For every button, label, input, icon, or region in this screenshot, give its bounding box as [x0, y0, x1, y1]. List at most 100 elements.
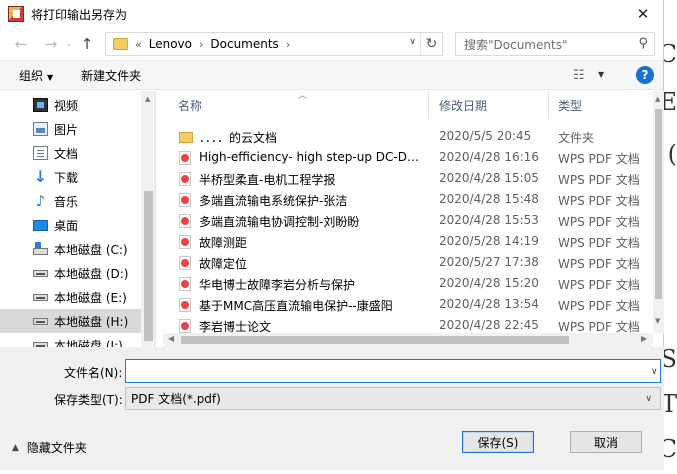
sidebar-item-videos[interactable]: 视频: [0, 93, 141, 117]
sidebar-item-drive-c[interactable]: 本地磁盘 (C:): [0, 237, 141, 261]
address-bar[interactable]: « Lenovo › Documents › ∨ ↻: [105, 32, 443, 56]
sidebar-item-drive-d[interactable]: 本地磁盘 (D:): [0, 261, 141, 285]
file-name: 多端直流输电协调控制-刘盼盼: [199, 215, 360, 229]
refresh-icon[interactable]: ↻: [420, 33, 442, 55]
sidebar-scrollbar-thumb[interactable]: [144, 191, 153, 341]
file-row[interactable]: 华电博士故障李岩分析与保护 2020/4/28 15:20 WPS PDF 文档: [163, 273, 653, 294]
file-type: WPS PDF 文档: [558, 236, 640, 250]
horizontal-scrollbar-thumb[interactable]: [181, 336, 569, 344]
scroll-up-arrow-icon[interactable]: ▲: [655, 95, 660, 103]
title-bar[interactable]: 将打印输出另存为 ✕: [0, 0, 663, 28]
file-name: 半桥型柔直-电机工程学报: [199, 173, 336, 187]
sidebar-item-drive-j[interactable]: 本地磁盘 (J:): [0, 333, 141, 347]
scroll-right-arrow-icon[interactable]: ▶: [641, 334, 647, 343]
chevron-down-icon: ∨: [645, 394, 652, 404]
sidebar-item-label: 下载: [54, 170, 79, 185]
pdf-file-icon: [179, 214, 191, 228]
navigation-pane: 视频 图片 文档 ↓ 下载 ♪ 音乐 桌面 本地磁盘 (C:) 本地磁盘 (D:…: [0, 91, 156, 347]
view-options-icon[interactable]: ☷: [573, 68, 585, 83]
sidebar-item-drive-e[interactable]: 本地磁盘 (E:): [0, 285, 141, 309]
file-list-vertical-scrollbar[interactable]: ▲ ▼: [653, 91, 664, 333]
file-date: 2020/4/28 15:20: [439, 276, 539, 290]
filename-input[interactable]: [125, 359, 661, 383]
new-folder-button[interactable]: 新建文件夹: [81, 67, 141, 84]
address-dropdown-chevron-icon[interactable]: ∨: [409, 37, 416, 47]
sidebar-item-label: 图片: [54, 122, 79, 137]
file-row[interactable]: 多端直流输电系统保护-张洁 2020/4/28 15:48 WPS PDF 文档: [163, 189, 653, 210]
file-row[interactable]: 基于MMC高压直流输电保护--康盛阳 2020/4/28 13:54 WPS P…: [163, 294, 653, 315]
picture-icon: [33, 122, 48, 136]
sidebar-item-music[interactable]: ♪ 音乐: [0, 189, 141, 213]
file-date: 2020/4/28 16:16: [439, 150, 539, 164]
desktop-icon: [33, 220, 48, 231]
sidebar-item-desktop[interactable]: 桌面: [0, 213, 141, 237]
cancel-button[interactable]: 取消: [570, 431, 642, 453]
scroll-left-arrow-icon[interactable]: ◀: [168, 334, 174, 343]
pdf-file-icon: [179, 193, 191, 207]
forward-arrow-icon[interactable]: →: [40, 33, 62, 55]
back-arrow-icon[interactable]: ←: [10, 33, 32, 55]
search-icon[interactable]: ⚲: [638, 36, 648, 51]
hide-folders-label: 隐藏文件夹: [26, 441, 87, 455]
sidebar-item-label: 本地磁盘 (H:): [54, 314, 129, 329]
command-toolbar: 组织 ▼ 新建文件夹 ☷ ▼ ?: [0, 60, 663, 90]
sidebar-item-downloads[interactable]: ↓ 下载: [0, 165, 141, 189]
close-button[interactable]: ✕: [623, 0, 663, 28]
printer-app-icon: [8, 6, 24, 22]
file-type: WPS PDF 文档: [558, 173, 640, 187]
filename-history-chevron-icon[interactable]: ∨: [651, 367, 658, 377]
file-list-horizontal-scrollbar[interactable]: ◀ ▶: [163, 333, 653, 347]
file-row[interactable]: 半桥型柔直-电机工程学报 2020/4/28 15:05 WPS PDF 文档: [163, 168, 653, 189]
hide-folders-toggle[interactable]: ▲ 隐藏文件夹: [12, 439, 87, 456]
filetype-select[interactable]: PDF 文档(*.pdf) ∨: [125, 387, 661, 410]
scroll-up-arrow-icon[interactable]: ▲: [145, 95, 150, 103]
sidebar-item-label: 音乐: [54, 194, 79, 209]
file-type: WPS PDF 文档: [558, 152, 640, 166]
breadcrumb-overflow-icon[interactable]: «: [135, 38, 142, 51]
file-row[interactable]: ．．．．的云文档 2020/5/5 20:45 文件夹: [163, 126, 653, 147]
pdf-file-icon: [179, 256, 191, 270]
column-header-name[interactable]: 名称: [163, 91, 429, 119]
video-icon: [33, 98, 48, 112]
file-row[interactable]: 故障定位 2020/5/27 17:38 WPS PDF 文档: [163, 252, 653, 273]
column-header-type[interactable]: 类型: [549, 91, 653, 119]
help-icon[interactable]: ?: [636, 66, 654, 84]
organize-button[interactable]: 组织 ▼: [19, 67, 53, 84]
sidebar-item-label: 视频: [54, 98, 79, 113]
breadcrumb-item[interactable]: Documents: [210, 37, 278, 51]
file-row[interactable]: 故障测距 2020/5/28 14:19 WPS PDF 文档: [163, 231, 653, 252]
pdf-file-icon: [179, 277, 191, 291]
recent-locations-chevron-icon[interactable]: ⌄: [62, 33, 76, 55]
caret-down-icon[interactable]: ▼: [598, 70, 604, 79]
search-box[interactable]: 搜索"Documents" ⚲: [455, 32, 655, 56]
vertical-scrollbar-thumb[interactable]: [655, 109, 662, 299]
file-date: 2020/4/28 15:48: [439, 192, 539, 206]
file-name: 多端直流输电系统保护-张洁: [199, 194, 348, 208]
caret-down-icon: ▼: [47, 72, 54, 82]
sidebar-scrollbar[interactable]: ▲: [141, 91, 155, 347]
scroll-down-arrow-icon[interactable]: ▼: [655, 317, 660, 325]
file-type: WPS PDF 文档: [558, 257, 640, 271]
file-type: WPS PDF 文档: [558, 194, 640, 208]
save-as-dialog: 将打印输出另存为 ✕ ← → ⌄ ↑ « Lenovo › Documents …: [0, 0, 664, 470]
breadcrumb-separator-icon[interactable]: ›: [199, 38, 203, 51]
sidebar-item-documents[interactable]: 文档: [0, 141, 141, 165]
organize-label: 组织: [19, 68, 44, 83]
file-name: 基于MMC高压直流输电保护--康盛阳: [199, 299, 393, 313]
save-button[interactable]: 保存(S): [462, 431, 534, 453]
sidebar-item-drive-h[interactable]: 本地磁盘 (H:): [0, 309, 141, 333]
column-header-date[interactable]: 修改日期: [429, 91, 549, 119]
sidebar-item-label: 本地磁盘 (C:): [54, 242, 128, 257]
file-row[interactable]: High-efficiency- high step-up DC-DC ... …: [163, 147, 653, 168]
pdf-file-icon: [179, 235, 191, 249]
sidebar-item-pictures[interactable]: 图片: [0, 117, 141, 141]
breadcrumb-item[interactable]: Lenovo: [149, 37, 192, 51]
sidebar-item-label: 本地磁盘 (D:): [54, 266, 129, 281]
sidebar-item-label: 文档: [54, 146, 79, 161]
drive-icon: [33, 294, 48, 301]
navigation-bar: ← → ⌄ ↑ « Lenovo › Documents › ∨ ↻ 搜索"Do…: [0, 28, 663, 60]
up-arrow-icon[interactable]: ↑: [76, 33, 98, 55]
breadcrumb-separator-icon[interactable]: ›: [286, 38, 290, 51]
file-type: WPS PDF 文档: [558, 215, 640, 229]
file-row[interactable]: 多端直流输电协调控制-刘盼盼 2020/4/28 15:53 WPS PDF 文…: [163, 210, 653, 231]
